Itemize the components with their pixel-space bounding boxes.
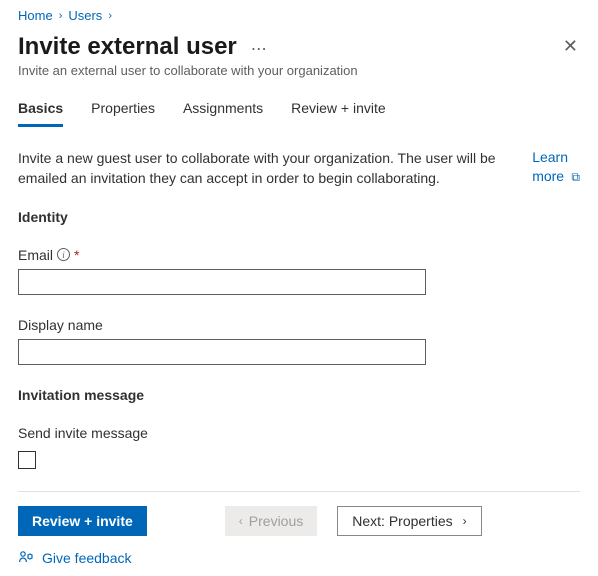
breadcrumb-users[interactable]: Users: [68, 8, 102, 23]
learn-more-line1: Learn: [532, 148, 568, 167]
tabs: Basics Properties Assignments Review + i…: [18, 96, 580, 128]
give-feedback-link[interactable]: Give feedback: [18, 550, 132, 566]
chevron-left-icon: ‹: [239, 514, 243, 528]
learn-more-link[interactable]: Learn more ⧉: [532, 148, 580, 186]
review-invite-button[interactable]: Review + invite: [18, 506, 147, 536]
previous-button: ‹ Previous: [225, 506, 317, 536]
chevron-right-icon: ›: [59, 10, 63, 22]
tab-basics[interactable]: Basics: [18, 96, 63, 127]
chevron-right-icon: ›: [108, 10, 112, 22]
display-name-field[interactable]: [18, 339, 426, 365]
learn-more-line2: more ⧉: [532, 167, 580, 186]
next-button[interactable]: Next: Properties ›: [337, 506, 481, 536]
section-identity: Identity: [18, 209, 580, 225]
external-link-icon: ⧉: [568, 170, 580, 184]
breadcrumb-home[interactable]: Home: [18, 8, 53, 23]
intro-row: Invite a new guest user to collaborate w…: [18, 148, 580, 189]
tab-assignments[interactable]: Assignments: [183, 96, 263, 127]
close-icon: ✕: [563, 36, 578, 56]
required-indicator: *: [74, 247, 79, 263]
section-invitation-message: Invitation message: [18, 387, 580, 403]
feedback-icon: [18, 550, 34, 566]
more-actions-icon[interactable]: ⋯: [251, 36, 268, 58]
page-subtitle: Invite an external user to collaborate w…: [18, 63, 580, 78]
close-button[interactable]: ✕: [563, 33, 580, 55]
intro-text: Invite a new guest user to collaborate w…: [18, 148, 512, 189]
send-invite-checkbox[interactable]: [18, 451, 36, 469]
chevron-right-icon: ›: [463, 514, 467, 528]
page-title: Invite external user: [18, 33, 237, 61]
header: Invite external user ⋯ ✕: [18, 33, 580, 61]
info-icon[interactable]: i: [57, 248, 70, 261]
display-name-label: Display name: [18, 317, 580, 333]
tab-review-invite[interactable]: Review + invite: [291, 96, 386, 127]
send-invite-label: Send invite message: [18, 425, 580, 441]
footer: Review + invite ‹ Previous Next: Propert…: [18, 491, 580, 569]
breadcrumb: Home › Users ›: [18, 8, 580, 23]
email-label: Email i *: [18, 247, 580, 263]
tab-properties[interactable]: Properties: [91, 96, 155, 127]
email-field[interactable]: [18, 269, 426, 295]
